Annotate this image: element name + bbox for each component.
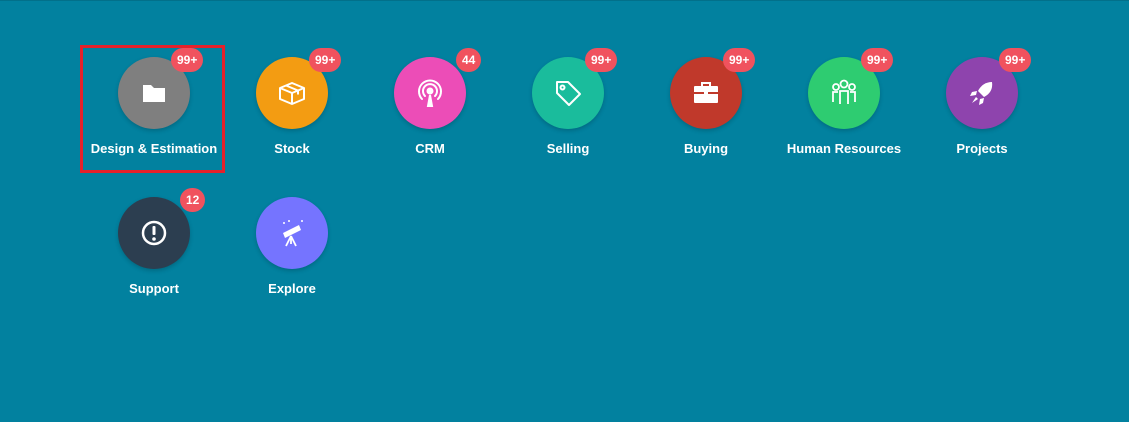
module-explore[interactable]: Explore bbox=[223, 187, 361, 317]
notification-badge: 12 bbox=[180, 188, 206, 212]
module-label: Buying bbox=[683, 141, 729, 156]
module-label: CRM bbox=[415, 141, 445, 156]
module-buying[interactable]: 99+ Buying bbox=[637, 47, 775, 177]
module-label: Design & Estimation bbox=[90, 141, 218, 156]
notification-badge: 44 bbox=[456, 48, 482, 72]
notification-badge: 99+ bbox=[171, 48, 204, 72]
module-label: Projects bbox=[956, 141, 1008, 156]
module-crm[interactable]: 44 CRM bbox=[361, 47, 499, 177]
module-label: Support bbox=[129, 281, 179, 296]
module-projects[interactable]: 99+ Projects bbox=[913, 47, 1051, 177]
module-selling[interactable]: 99+ Selling bbox=[499, 47, 637, 177]
module-human-resources[interactable]: 99+ Human Resources bbox=[775, 47, 913, 177]
module-label: Stock bbox=[274, 141, 310, 156]
module-label: Human Resources bbox=[786, 141, 902, 156]
telescope-icon bbox=[256, 197, 328, 269]
notification-badge: 99+ bbox=[861, 48, 894, 72]
module-stock[interactable]: 99+ Stock bbox=[223, 47, 361, 177]
notification-badge: 99+ bbox=[309, 48, 342, 72]
module-support[interactable]: 12 Support bbox=[85, 187, 223, 317]
notification-badge: 99+ bbox=[585, 48, 618, 72]
notification-badge: 99+ bbox=[723, 48, 756, 72]
module-label: Explore bbox=[268, 281, 316, 296]
module-label: Selling bbox=[546, 141, 590, 156]
notification-badge: 99+ bbox=[999, 48, 1032, 72]
alert-icon bbox=[118, 197, 190, 269]
broadcast-icon bbox=[394, 57, 466, 129]
module-design-estimation[interactable]: 99+ Design & Estimation bbox=[85, 47, 223, 177]
desktop-module-grid: 99+ Design & Estimation 99+ Stock 44 CRM bbox=[0, 0, 1129, 422]
